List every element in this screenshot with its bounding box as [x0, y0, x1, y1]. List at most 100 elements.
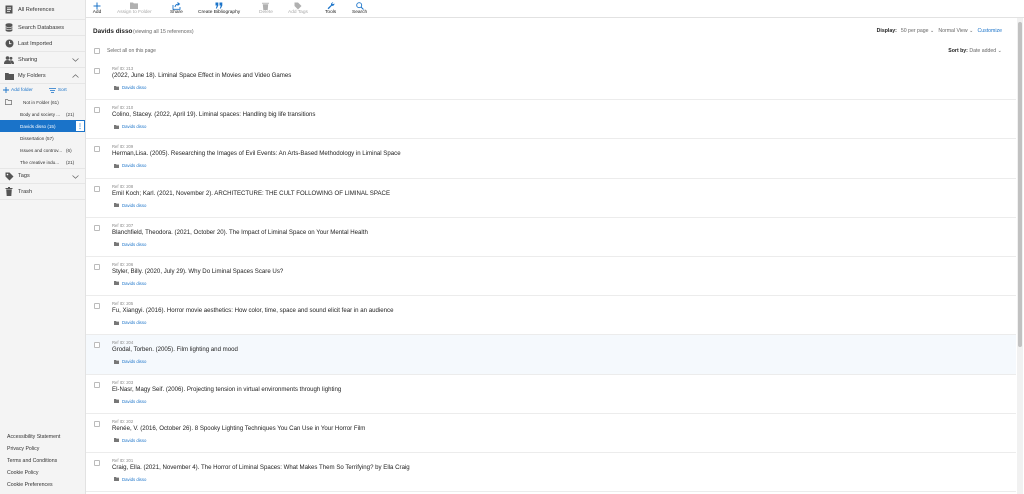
sort-select[interactable]: Sort by: Date added ⌄	[948, 48, 1002, 54]
reference-title[interactable]: Fu, Xiangyi. (2016). Horror movie aesthe…	[112, 307, 393, 314]
reference-title[interactable]: Grodal, Torben. (2005). Film lighting an…	[112, 346, 238, 353]
sort-icon	[48, 87, 56, 93]
folder-tag[interactable]: Davids disso	[114, 124, 146, 129]
reference-row[interactable]: Ref ID: 213 (2022, June 18). Liminal Spa…	[86, 61, 1016, 101]
delete-button[interactable]: Delete	[259, 1, 273, 15]
assign-to-folder-button[interactable]: Assign to Folder	[117, 1, 152, 15]
reference-checkbox[interactable]	[94, 68, 100, 74]
reference-title[interactable]: Renée, V. (2016, October 26). 8 Spooky L…	[112, 425, 365, 432]
sidebar-item-last-imported[interactable]: Last Imported	[0, 36, 85, 52]
terms-link[interactable]: Terms and Conditions	[7, 455, 60, 467]
reference-row[interactable]: Ref ID: 201 Craig, Ella. (2021, November…	[86, 453, 1016, 493]
reference-title[interactable]: Herman,Lisa. (2005). Researching the Ima…	[112, 150, 401, 157]
chevron-down-icon[interactable]	[70, 172, 80, 182]
sidebar-folder-body-and-society[interactable]: Body and society ... (21)	[0, 108, 85, 120]
sidebar: All References Search Databases Last Imp…	[0, 0, 86, 494]
toolbar: Add Assign to Folder Share Create Biblio…	[86, 0, 1024, 18]
folder-tag[interactable]: Davids disso	[114, 163, 146, 168]
reference-row[interactable]: Ref ID: 205 Fu, Xiangyi. (2016). Horror …	[86, 296, 1016, 336]
cookie-preferences-link[interactable]: Cookie Preferences	[7, 479, 60, 491]
ref-id: Ref ID: 210	[112, 105, 134, 111]
folder-tag[interactable]: Davids disso	[114, 85, 146, 90]
folder-tag[interactable]: Davids disso	[114, 320, 146, 325]
sidebar-item-all-references[interactable]: All References	[0, 0, 85, 20]
reference-checkbox[interactable]	[94, 107, 100, 114]
folder-tag[interactable]: Davids disso	[114, 242, 146, 247]
add-button[interactable]: Add	[92, 1, 102, 15]
reference-title[interactable]: Blanchfield, Theodora. (2021, October 20…	[112, 229, 368, 236]
reference-row[interactable]: Ref ID: 203 El-Nasr, Magy Seif. (2006). …	[86, 375, 1016, 414]
sidebar-item-sharing[interactable]: Sharing	[0, 52, 85, 68]
sidebar-item-search-databases[interactable]: Search Databases	[0, 20, 85, 36]
reference-row[interactable]: Ref ID: 209 Herman,Lisa. (2005). Researc…	[86, 139, 1016, 179]
reference-row[interactable]: Ref ID: 207 Blanchfield, Theodora. (2021…	[86, 218, 1016, 257]
add-folder-label: Add folder	[11, 87, 33, 93]
reference-title[interactable]: (2022, June 18). Liminal Space Effect in…	[112, 72, 291, 79]
cookie-policy-link[interactable]: Cookie Policy	[7, 467, 60, 479]
sort-folders-button[interactable]: Sort	[48, 87, 67, 93]
folder-tag[interactable]: Davids disso	[114, 281, 146, 286]
folder-icon	[114, 438, 119, 443]
folder-tag-label: Davids disso	[122, 85, 147, 90]
sidebar-label: My Folders	[18, 72, 46, 79]
sidebar-folder-the-creative-industries[interactable]: The creative indu... (21)	[0, 156, 85, 168]
privacy-policy-link[interactable]: Privacy Policy	[7, 443, 60, 455]
reference-checkbox[interactable]	[94, 185, 100, 192]
reference-checkbox[interactable]	[94, 381, 100, 388]
folder-tag[interactable]: Davids disso	[114, 438, 146, 443]
sidebar-folder-davids-disso[interactable]: Davids disso (15) ⋮	[0, 120, 85, 132]
sidebar-folder-dissertation[interactable]: Dissertation (57)	[0, 132, 85, 144]
customize-link[interactable]: Customize	[977, 28, 1002, 34]
not-in-folder-label: Not in Folder (61)	[23, 99, 59, 105]
add-folder-button[interactable]: Add folder	[3, 87, 33, 93]
folder-icon	[114, 477, 119, 482]
scrollbar-thumb[interactable]	[1018, 22, 1022, 347]
per-page-select[interactable]: 50 per page ⌄	[901, 28, 935, 34]
reference-checkbox[interactable]	[94, 303, 100, 310]
sidebar-item-tags[interactable]: Tags	[0, 168, 85, 184]
reference-row[interactable]: Ref ID: 210 Colino, Stacey. (2022, April…	[86, 100, 1016, 140]
reference-title[interactable]: Colino, Stacey. (2022, April 19). Limina…	[112, 111, 315, 118]
reference-row[interactable]: Ref ID: 208 Emil Koch; Karl. (2021, Nove…	[86, 179, 1016, 218]
reference-checkbox[interactable]	[94, 224, 100, 231]
add-tags-button[interactable]: Add Tags	[288, 1, 308, 15]
tag-icon	[293, 1, 303, 10]
sidebar-item-not-in-folder[interactable]: Not in Folder (61)	[0, 96, 85, 108]
folder-tag[interactable]: Davids disso	[114, 359, 146, 364]
share-button[interactable]: Share	[170, 1, 183, 15]
reference-checkbox[interactable]	[94, 342, 100, 349]
search-button[interactable]: Search	[352, 1, 367, 15]
reference-checkbox[interactable]	[94, 146, 100, 153]
sidebar-label: Trash	[18, 188, 33, 195]
chevron-up-icon[interactable]	[70, 71, 80, 81]
reference-title[interactable]: El-Nasr, Magy Seif. (2006). Projecting t…	[112, 386, 341, 393]
document-icon	[4, 5, 14, 15]
folder-tag[interactable]: Davids disso	[114, 399, 146, 404]
toolbar-label: Add	[92, 10, 102, 15]
reference-checkbox[interactable]	[94, 263, 100, 270]
folder-name: Issues and controv...	[20, 147, 63, 153]
sidebar-item-trash[interactable]: Trash	[0, 184, 85, 200]
view-mode-select[interactable]: Normal View ⌄	[938, 28, 973, 34]
chevron-down-icon[interactable]	[70, 55, 80, 65]
accessibility-link[interactable]: Accessibility Statement	[7, 431, 60, 443]
reference-title[interactable]: Craig, Ella. (2021, November 4). The Hor…	[112, 464, 410, 471]
folder-tag[interactable]: Davids disso	[114, 203, 146, 208]
plus-icon	[3, 87, 9, 93]
vertical-scrollbar[interactable]	[1017, 18, 1023, 494]
sidebar-folder-issues-and-controversies[interactable]: Issues and controv... (6)	[0, 144, 85, 156]
reference-checkbox[interactable]	[94, 459, 100, 466]
select-all-checkbox[interactable]	[94, 48, 100, 54]
create-bibliography-button[interactable]: Create Bibliography	[198, 1, 240, 15]
reference-row[interactable]: Ref ID: 202 Renée, V. (2016, October 26)…	[86, 414, 1016, 453]
reference-checkbox[interactable]	[94, 420, 100, 427]
reference-row[interactable]: Ref ID: 206 Styler, Billy. (2020, July 2…	[86, 257, 1016, 297]
folder-tag[interactable]: Davids disso	[114, 477, 146, 482]
more-options-icon[interactable]: ⋮	[75, 120, 85, 132]
reference-row[interactable]: Ref ID: 204 Grodal, Torben. (2005). Film…	[86, 335, 1016, 375]
tools-button[interactable]: Tools	[325, 1, 336, 15]
reference-title[interactable]: Styler, Billy. (2020, July 29). Why Do L…	[112, 268, 283, 275]
view-mode-value: Normal View	[938, 28, 968, 34]
reference-title[interactable]: Emil Koch; Karl. (2021, November 2). ARC…	[112, 190, 390, 197]
sidebar-item-my-folders[interactable]: My Folders	[0, 68, 85, 84]
